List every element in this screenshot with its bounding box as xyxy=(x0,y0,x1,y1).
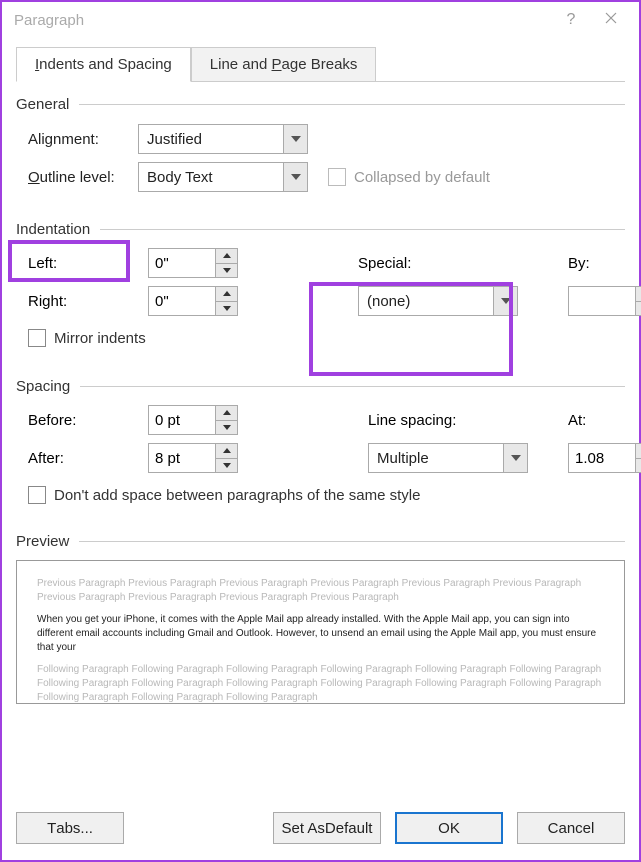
preview-box: Previous Paragraph Previous Paragraph Pr… xyxy=(16,560,625,704)
section-general: General xyxy=(16,96,75,113)
line-spacing-combo[interactable]: Multiple xyxy=(368,443,528,473)
spin-down-icon[interactable] xyxy=(216,264,237,278)
chevron-down-icon[interactable] xyxy=(283,163,307,191)
section-spacing: Spacing xyxy=(16,378,76,395)
help-button[interactable]: ? xyxy=(551,11,591,29)
collapsed-checkbox: Collapsed by default xyxy=(328,168,490,186)
outline-label: Outline level: xyxy=(28,169,138,186)
mirror-indents-checkbox[interactable]: Mirror indents xyxy=(28,329,146,347)
spin-up-icon[interactable] xyxy=(216,444,237,459)
special-label: Special: xyxy=(358,255,538,272)
left-label: Left: xyxy=(28,255,148,272)
spin-down-icon[interactable] xyxy=(216,302,237,316)
spin-down-icon[interactable] xyxy=(636,459,641,473)
alignment-combo[interactable]: Justified xyxy=(138,124,308,154)
tab-indents-spacing[interactable]: Indents and Spacing xyxy=(16,47,191,82)
at-spinner[interactable]: 1.08 xyxy=(568,443,641,473)
line-spacing-label: Line spacing: xyxy=(368,412,538,429)
spin-up-icon[interactable] xyxy=(216,287,237,302)
at-label: At: xyxy=(568,412,641,429)
chevron-down-icon[interactable] xyxy=(493,287,517,315)
spin-down-icon[interactable] xyxy=(216,459,237,473)
before-spinner[interactable]: 0 pt xyxy=(148,405,238,435)
preview-next: Following Paragraph Following Paragraph … xyxy=(37,663,604,705)
special-combo[interactable]: (none) xyxy=(358,286,518,316)
indent-right-spinner[interactable]: 0" xyxy=(148,286,238,316)
cancel-button[interactable]: Cancel xyxy=(517,812,625,844)
section-preview: Preview xyxy=(16,533,75,550)
section-indentation: Indentation xyxy=(16,221,96,238)
by-label: By: xyxy=(568,255,641,272)
spin-up-icon[interactable] xyxy=(216,249,237,264)
outline-combo[interactable]: Body Text xyxy=(138,162,308,192)
spin-up-icon[interactable] xyxy=(636,287,641,302)
indent-left-spinner[interactable]: 0" xyxy=(148,248,238,278)
chevron-down-icon[interactable] xyxy=(283,125,307,153)
close-button[interactable] xyxy=(591,11,631,29)
spin-down-icon[interactable] xyxy=(216,421,237,435)
no-space-checkbox[interactable]: Don't add space between paragraphs of th… xyxy=(28,486,420,504)
dialog-title: Paragraph xyxy=(14,12,551,29)
spin-up-icon[interactable] xyxy=(216,406,237,421)
preview-prev: Previous Paragraph Previous Paragraph Pr… xyxy=(37,577,604,605)
ok-button[interactable]: OK xyxy=(395,812,503,844)
right-label: Right: xyxy=(28,293,148,310)
spin-up-icon[interactable] xyxy=(636,444,641,459)
tabs-button[interactable]: Tabs... xyxy=(16,812,124,844)
spin-down-icon[interactable] xyxy=(636,302,641,316)
after-spinner[interactable]: 8 pt xyxy=(148,443,238,473)
tab-line-page-breaks[interactable]: Line and Page Breaks xyxy=(191,47,377,82)
before-label: Before: xyxy=(28,412,148,429)
set-default-button[interactable]: Set As Default xyxy=(273,812,381,844)
alignment-label: Alignment: xyxy=(28,131,138,148)
after-label: After: xyxy=(28,450,148,467)
preview-body: When you get your iPhone, it comes with … xyxy=(37,613,604,655)
by-spinner[interactable] xyxy=(568,286,641,316)
chevron-down-icon[interactable] xyxy=(503,444,527,472)
